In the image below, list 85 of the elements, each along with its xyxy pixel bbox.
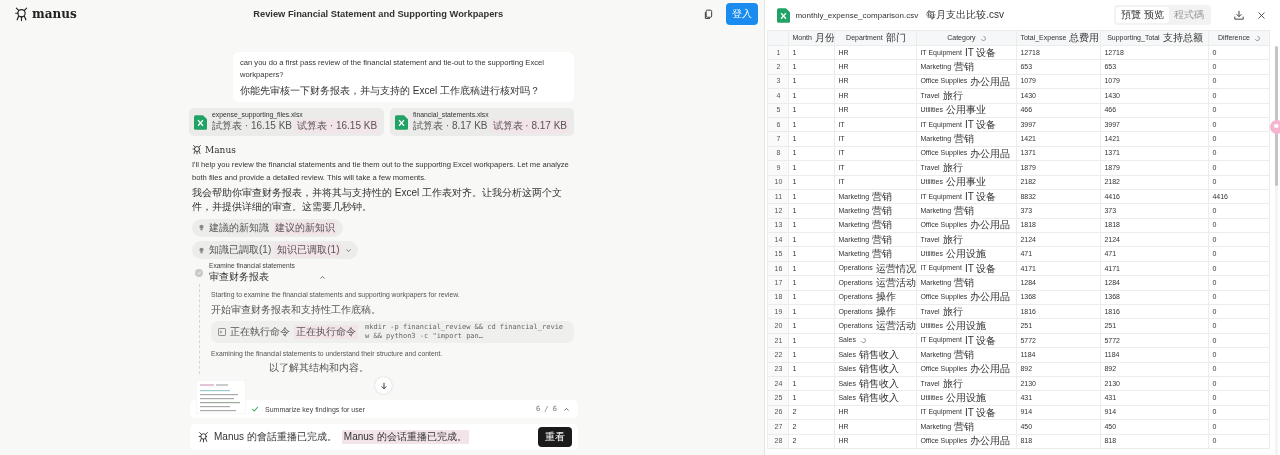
translated-meta: 试算表 · 8.17 KB (490, 119, 569, 133)
translated-text: 销售收入 (858, 377, 899, 389)
translated-text: 公用设施 (945, 248, 986, 260)
conversation-title: Review Financial Statement and Supporting Workpapers (252, 9, 505, 19)
translated-text: 办公用品 (970, 363, 1011, 375)
translated-text: 运营活动 (875, 277, 916, 288)
octopus-logo-icon (14, 6, 29, 22)
octopus-logo-icon (192, 144, 202, 155)
translated-text: 营销 (954, 133, 975, 145)
translated-header: 部门 (885, 32, 906, 44)
translated-text: 办公用品 (970, 75, 1011, 87)
translated-header: 月份 (814, 32, 834, 44)
translated-text: IT 设备 (964, 46, 997, 58)
translated-text: 营销 (954, 61, 975, 73)
translated-text: 营销 (954, 277, 975, 288)
terminal-icon (218, 328, 226, 336)
response-text: 我会帮助你审查财务报表，并将其与支持性的 Excel 工作表对齐。让我分析这两个文件，并提供详细的审查。这需要几秒钟。 (192, 186, 563, 214)
arrow-down-icon (379, 381, 388, 390)
logo-text: manus (32, 7, 77, 21)
file-meta: 試算表 · 16.15 KB (212, 119, 293, 133)
step-text: 以了解其结构和内容。 (268, 362, 370, 374)
translated-text: 运营活动 (875, 320, 916, 332)
translated-text: 销售收入 (858, 348, 899, 360)
scrollbar[interactable] (1275, 46, 1278, 455)
lightbulb-icon (198, 224, 205, 231)
translated-text: 操作 (875, 291, 896, 303)
translated-text: 营销 (954, 205, 975, 217)
translated-text: IT 设备 (964, 118, 997, 130)
spreadsheet-icon (194, 114, 207, 130)
translated-text: 营销 (872, 248, 893, 260)
file-meta: 試算表 · 8.17 KB (413, 119, 488, 133)
translated-text: 营销 (954, 420, 975, 432)
assistant-name: Manus (205, 144, 236, 155)
message-text: 你能先审核一下财务报表，并与支持的 Excel 工作底稿进行核对吗？ (240, 84, 541, 97)
translated-text: 旅行 (942, 377, 963, 389)
translated-text: 办公用品 (970, 219, 1011, 231)
translated-text: 旅行 (942, 233, 963, 245)
copy-icon (703, 8, 715, 20)
translated-text: 公用事业 (945, 176, 986, 188)
translated-header: 总费用 (1069, 32, 1100, 44)
replay-button[interactable]: 重看 (538, 427, 572, 447)
translated-text: IT 设备 (964, 406, 997, 418)
screenshot-thumbnail (196, 380, 246, 414)
translated-text: 营销 (872, 205, 893, 217)
download-icon (1234, 10, 1244, 20)
translated-text: 营销 (954, 348, 975, 360)
view-tab[interactable]: 預覽 预览 (1116, 7, 1169, 23)
translated-header: 支持总额 (1162, 32, 1203, 44)
step-text: 开始审查财务报表和支持性工作底稿。 (211, 304, 382, 316)
knowledge-chip[interactable]: 建議的新知識 建议的新知识 (192, 218, 343, 237)
translated-text: 营销 (872, 233, 893, 245)
translated-label: 正在执行命令 (294, 325, 358, 339)
translated-text: 公用设施 (945, 392, 986, 404)
translated-text: 营销 (872, 219, 893, 231)
translated-text: IT 设备 (964, 262, 997, 274)
translated-text: 公用事业 (945, 104, 986, 116)
translated-text: 运营情况 (875, 262, 916, 274)
command-label: 正在執行命令 (230, 325, 290, 339)
translated-text: 销售收入 (858, 392, 899, 404)
translated-text: 销售收入 (858, 363, 899, 375)
translated-text: 旅行 (942, 89, 963, 101)
translated-text: Manus 的会话重播已完成。 (341, 430, 469, 444)
step-subtitle: 审查财务报表 (209, 270, 269, 284)
translated-text: IT 设备 (964, 334, 997, 346)
translated-text: 办公用品 (970, 435, 1011, 447)
translated-text: 办公用品 (970, 291, 1011, 303)
translated-file-name: 每月支出比较.csv (926, 8, 1004, 22)
lightbulb-icon (198, 246, 205, 254)
translated-text: 旅行 (942, 305, 963, 317)
translated-meta: 试算表 · 16.15 KB (295, 119, 380, 133)
octopus-logo-icon (198, 431, 209, 443)
translated-text: 办公用品 (970, 147, 1011, 159)
status-text: Manus 的會話重播已完成。 (214, 430, 337, 444)
translated-text: 操作 (875, 305, 896, 317)
knowledge-chip[interactable]: 知識已調取(1) 知识已调取(1) (192, 241, 359, 259)
translated-text: 公用设施 (945, 320, 986, 332)
spreadsheet-icon (395, 114, 409, 130)
translated-text: 旅行 (942, 161, 963, 173)
file-name: monthly_expense_comparison.csv (795, 10, 919, 20)
check-circle-icon (195, 269, 203, 277)
scroll-down-button[interactable] (375, 377, 392, 394)
translated-text: IT 设备 (964, 190, 997, 202)
translated-text: 营销 (872, 190, 893, 202)
spreadsheet-icon (777, 7, 791, 23)
close-icon (1257, 10, 1266, 20)
